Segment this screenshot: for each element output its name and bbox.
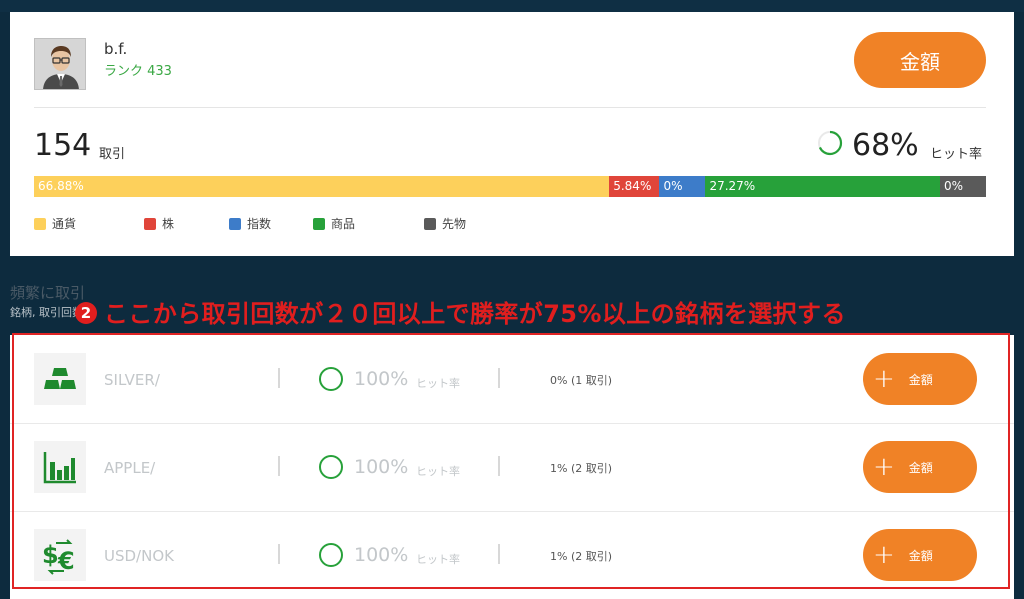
row-amount-label: 金額 [908, 548, 933, 563]
separator [498, 456, 500, 476]
annotation-text: ここから取引回数が２０回以上で勝率が75%以上の銘柄を選択する [104, 300, 846, 328]
hit-rate-ring-icon [319, 367, 343, 391]
instrument-name[interactable]: APPLE/ [104, 459, 155, 477]
legend-swatch [424, 217, 436, 230]
row-amount-label: 金額 [908, 460, 933, 475]
row-trades: 0% (1 取引) [550, 374, 613, 387]
plus-icon: + [873, 540, 895, 570]
instrument-name[interactable]: SILVER/ [104, 371, 160, 389]
hit-rate-value: 68% [852, 128, 919, 163]
legend-label: 株 [162, 217, 175, 231]
row-hit-rate: 100% [354, 456, 409, 478]
amount-button[interactable]: 金額 [854, 32, 986, 88]
avatar[interactable] [34, 38, 86, 90]
separator [498, 544, 500, 564]
avatar-image [35, 39, 85, 89]
hit-rate-ring-icon [319, 455, 343, 479]
silver-bars-icon [34, 353, 86, 405]
user-rank: ランク 433 [104, 64, 172, 79]
legend-item-currency: 通貨 [34, 215, 76, 232]
instrument-row[interactable]: APPLE/ 100% ヒット率 1% (2 取引) + 金額 [10, 423, 1014, 511]
separator [278, 544, 280, 564]
instrument-row[interactable]: $ € USD/NOK 100% ヒット率 1% (2 取引) + 金額 [10, 511, 1014, 599]
row-hit-rate: 100% [354, 544, 409, 566]
legend-item-futures: 先物 [424, 215, 466, 232]
legend-swatch [229, 217, 241, 230]
allocation-segment-currency: 66.88% [34, 176, 610, 197]
row-hit-rate: 100% [354, 368, 409, 390]
top-strip [0, 0, 1024, 12]
row-trades: 1% (2 取引) [550, 462, 613, 475]
separator [278, 456, 280, 476]
instrument-row[interactable]: SILVER/ 100% ヒット率 0% (1 取引) + 金額 [10, 335, 1014, 423]
plus-icon: + [873, 364, 895, 394]
section-subtitle: 銘柄, 取引回数 [10, 306, 83, 319]
allocation-segment-futures: 0% [939, 176, 986, 197]
profile-card: b.f. ランク 433 金額 154 取引 68% ヒット率 66.88% 5.… [10, 12, 1014, 256]
bar-chart-icon [34, 441, 86, 493]
section-title: 頻繁に取引 [10, 284, 86, 302]
legend-item-commodities: 商品 [313, 215, 355, 232]
allocation-segment-commodities: 27.27% [705, 176, 940, 197]
row-trades: 1% (2 取引) [550, 550, 613, 563]
legend: 通貨 株 指数 商品 先物 [34, 215, 734, 231]
separator [498, 368, 500, 388]
legend-swatch [34, 217, 46, 230]
legend-swatch [144, 217, 156, 230]
separator [278, 368, 280, 388]
currency-exchange-icon: $ € [34, 529, 86, 581]
hit-rate-ring-icon [319, 543, 343, 567]
row-amount-button[interactable]: + 金額 [863, 353, 977, 405]
user-name[interactable]: b.f. [104, 40, 127, 58]
row-amount-button[interactable]: + 金額 [863, 441, 977, 493]
legend-label: 先物 [442, 217, 467, 231]
row-hit-label: ヒット率 [416, 465, 460, 478]
legend-item-stocks: 株 [144, 215, 174, 232]
allocation-segment-indices: 0% [659, 176, 706, 197]
annotation-number: 2 [75, 302, 97, 324]
trades-label: 取引 [99, 147, 126, 162]
svg-text:$: $ [42, 541, 59, 569]
allocation-bar: 66.88% 5.84% 0% 27.27% 0% [34, 176, 986, 197]
plus-icon: + [873, 452, 895, 482]
legend-label: 指数 [247, 217, 272, 231]
instrument-name[interactable]: USD/NOK [104, 547, 174, 565]
hit-rate-label: ヒット率 [930, 147, 983, 162]
row-hit-label: ヒット率 [416, 553, 460, 566]
legend-label: 商品 [331, 217, 356, 231]
allocation-segment-stocks: 5.84% [609, 176, 660, 197]
legend-label: 通貨 [52, 217, 77, 231]
row-amount-button[interactable]: + 金額 [863, 529, 977, 581]
row-hit-label: ヒット率 [416, 377, 460, 390]
legend-swatch [313, 217, 325, 230]
trades-count: 154 [34, 128, 92, 163]
row-amount-label: 金額 [908, 372, 933, 387]
hit-rate-ring-icon [817, 130, 843, 156]
divider [34, 107, 986, 108]
legend-item-indices: 指数 [229, 215, 271, 232]
